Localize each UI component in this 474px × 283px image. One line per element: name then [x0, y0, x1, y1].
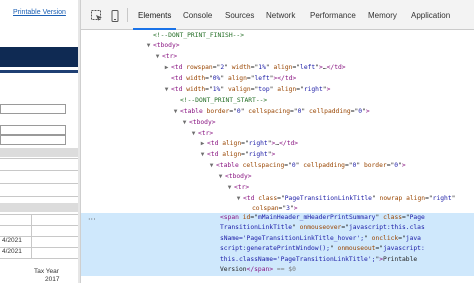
- device-toolbar-icon[interactable]: [109, 9, 121, 22]
- tree-node-table[interactable]: ▼ <table border="0" cellspacing="0" cellp…: [81, 106, 474, 117]
- form-input-box[interactable]: [0, 135, 66, 145]
- tree-node-td[interactable]: ▶ <td rowspan="2" width="1%" align="left"…: [81, 62, 474, 73]
- expand-arrow-icon[interactable]: ▼: [216, 171, 225, 182]
- tax-year-label: Tax Year: [34, 268, 59, 275]
- devtools-toolbar: Elements Console Sources Network Perform…: [81, 0, 474, 30]
- table-header-strip: [0, 203, 78, 212]
- tree-node-td[interactable]: ▼ <td width="1%" valign="top" align="righ…: [81, 84, 474, 95]
- selected-span-line[interactable]: sName='PageTransitionLinkTitle_hover';" …: [220, 234, 474, 244]
- selected-span-line[interactable]: <span id="mMainHeader_mHeaderPrintSummar…: [220, 213, 474, 223]
- selected-span-line[interactable]: Version</span> == $0: [220, 265, 474, 275]
- table-grid-line: [0, 183, 78, 184]
- printable-version-link[interactable]: Printable Version: [13, 9, 66, 16]
- table-grid-line: [0, 225, 78, 226]
- selected-span-line[interactable]: this.className='PageTransitionLinkTitle'…: [220, 255, 474, 265]
- date-cell: 4/2021: [2, 237, 22, 244]
- table-grid-line: [0, 158, 78, 159]
- tab-memory[interactable]: Memory: [368, 0, 397, 30]
- expand-arrow-icon[interactable]: ▼: [207, 160, 216, 171]
- expand-arrow-icon[interactable]: ▼: [180, 117, 189, 128]
- table-grid-line: [0, 196, 78, 197]
- web-page-pane: Printable Version 4/2021 4/2021 Tax Year…: [0, 0, 80, 283]
- tab-performance[interactable]: Performance: [310, 0, 356, 30]
- table-grid-line: [0, 258, 78, 259]
- table-column-divider: [31, 214, 32, 258]
- expand-arrow-icon[interactable]: ▼: [144, 40, 153, 51]
- devtools-panel: Elements Console Sources Network Perform…: [80, 0, 474, 283]
- expand-arrow-icon[interactable]: ▼: [153, 51, 162, 62]
- selected-node-marker: == $0: [276, 266, 296, 273]
- tab-elements[interactable]: Elements: [132, 0, 177, 30]
- tree-node-tbody[interactable]: ▼ <tbody>: [81, 117, 474, 128]
- expand-arrow-icon[interactable]: ▼: [225, 182, 234, 193]
- form-input-box[interactable]: [0, 125, 66, 135]
- collapse-arrow-icon[interactable]: ▶: [198, 138, 207, 149]
- expand-arrow-icon[interactable]: ▼: [162, 84, 171, 95]
- collapse-arrow-icon[interactable]: ▶: [162, 62, 171, 73]
- tree-node-td[interactable]: ▶ <td align="right">…</td>: [81, 138, 474, 149]
- tree-node-td[interactable]: <td width="0%" align="left"></td>: [81, 73, 474, 84]
- tree-node-table[interactable]: ▼ <table cellspacing="0" cellpadding="0" …: [81, 160, 474, 171]
- expand-arrow-icon[interactable]: ▼: [171, 106, 180, 117]
- tree-node-tr[interactable]: ▼ <tr>: [81, 182, 474, 193]
- elements-tree: <!--DONT_PRINT_FINISH--> ▼ <tbody> ▼ <tr> …: [81, 30, 474, 283]
- tab-network[interactable]: Network: [266, 0, 295, 30]
- page-header-rule: [0, 70, 78, 73]
- tree-node-td[interactable]: ▼ <td align="right">: [81, 149, 474, 160]
- inspect-element-icon[interactable]: [91, 9, 103, 21]
- table-grid-line: [0, 214, 78, 215]
- tax-year-value: 2017: [45, 276, 60, 283]
- tab-console[interactable]: Console: [183, 0, 212, 30]
- tab-sources[interactable]: Sources: [225, 0, 254, 30]
- toolbar-separator: [127, 8, 128, 22]
- expand-arrow-icon[interactable]: ▼: [198, 149, 207, 160]
- tree-node-tbody[interactable]: ▼ <tbody>: [81, 40, 474, 51]
- date-cell: 4/2021: [2, 248, 22, 255]
- node-actions-menu[interactable]: ···: [88, 216, 96, 224]
- table-header-strip: [0, 148, 78, 157]
- tab-application[interactable]: Application: [411, 0, 450, 30]
- page-header-bar: [0, 47, 78, 67]
- form-input-box[interactable]: [0, 104, 66, 114]
- selected-span-line[interactable]: TransitionLinkTitle" onmouseover="javasc…: [220, 223, 474, 233]
- table-grid-line: [0, 170, 78, 171]
- selected-span-line[interactable]: script:generatePrintWindow();" onmouseou…: [220, 244, 474, 254]
- tree-node-tr[interactable]: ▼ <tr>: [81, 51, 474, 62]
- tree-node-comment[interactable]: <!--DONT_PRINT_START-->: [81, 95, 474, 106]
- tree-node-tbody[interactable]: ▼ <tbody>: [81, 171, 474, 182]
